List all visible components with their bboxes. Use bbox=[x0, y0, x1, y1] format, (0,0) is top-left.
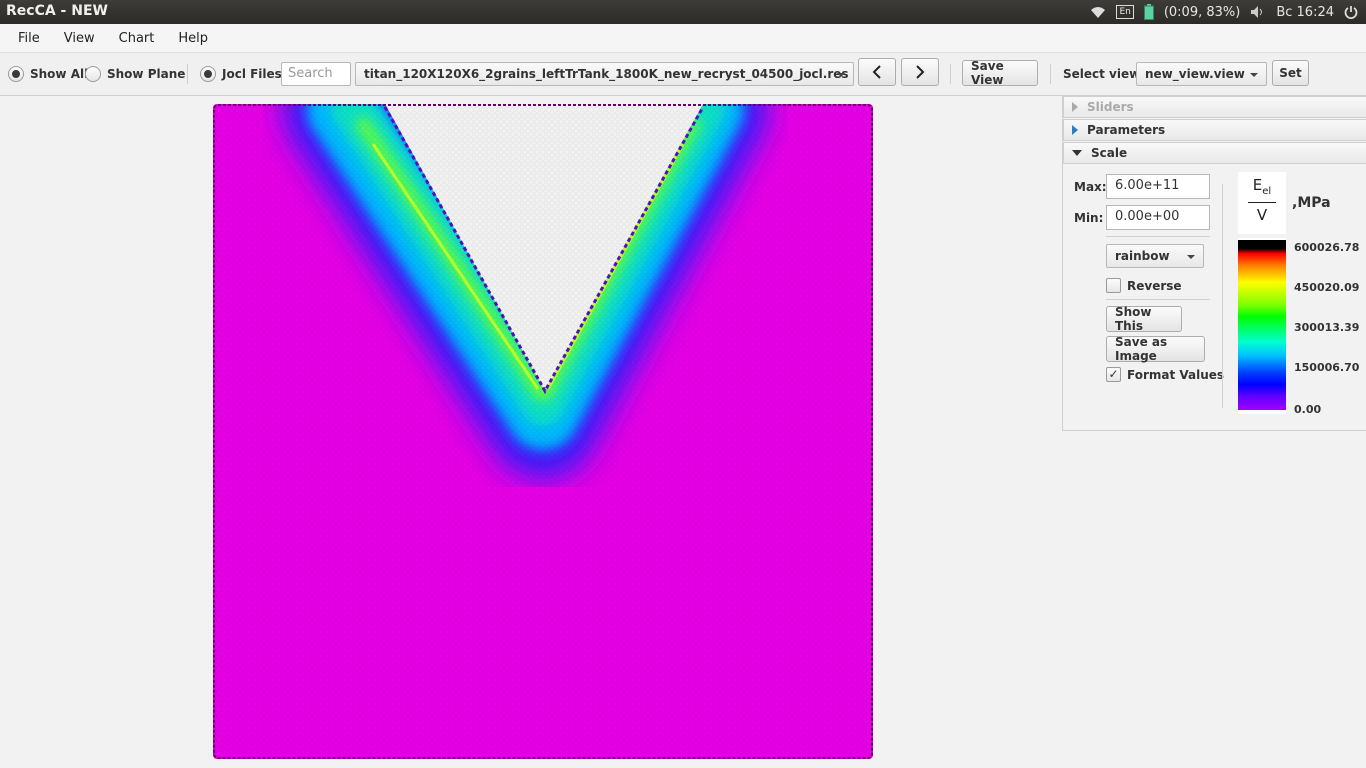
unit-formula-box: Eel V bbox=[1238, 172, 1286, 234]
scale-section-body: Max: 6.00e+11 Min: 0.00e+00 rainbow Reve… bbox=[1063, 166, 1366, 428]
select-view-value: new_view.view bbox=[1145, 67, 1245, 81]
chevron-right-icon bbox=[1072, 102, 1078, 112]
show-plane-radio-group[interactable]: Show Plane bbox=[85, 62, 185, 86]
save-view-button[interactable]: Save View bbox=[962, 59, 1038, 87]
chevron-down-icon bbox=[837, 73, 845, 77]
battery-status: (0:09, 83%) bbox=[1163, 4, 1241, 20]
unit-denominator: V bbox=[1256, 206, 1268, 224]
parameters-section-header[interactable]: Parameters bbox=[1063, 119, 1366, 141]
scale-title: Scale bbox=[1091, 146, 1128, 160]
chevron-down-icon bbox=[1072, 150, 1082, 156]
sliders-title: Sliders bbox=[1087, 100, 1134, 114]
toolbar-separator bbox=[1050, 64, 1051, 84]
legend-tick-3: 300013.39 bbox=[1294, 321, 1360, 334]
reverse-checkbox[interactable] bbox=[1106, 278, 1121, 293]
jocl-files-label: Jocl Files bbox=[222, 67, 282, 81]
toolbar: Show All Show Plane Jocl Files Search ti… bbox=[0, 53, 1366, 96]
settings-panel: Sliders Parameters Scale Max: 6.00e+11 M… bbox=[1062, 96, 1366, 431]
chevron-left-icon bbox=[872, 65, 881, 79]
chevron-right-icon bbox=[1072, 125, 1078, 135]
menu-help[interactable]: Help bbox=[160, 31, 220, 46]
file-select-dropdown[interactable]: titan_120X120X6_2grains_leftTrTank_1800K… bbox=[355, 62, 854, 86]
show-this-button[interactable]: Show This bbox=[1106, 305, 1182, 333]
next-file-button[interactable] bbox=[901, 58, 939, 86]
color-gradient-bar bbox=[1238, 240, 1286, 410]
clock[interactable]: Вс 16:24 bbox=[1276, 5, 1334, 20]
system-tray: En (0:09, 83%) Вс 16:24 bbox=[1090, 0, 1358, 24]
menu-chart[interactable]: Chart bbox=[101, 31, 167, 46]
sliders-section-header[interactable]: Sliders bbox=[1063, 96, 1366, 118]
legend-tick-2: 450020.09 bbox=[1294, 281, 1360, 294]
unit-numerator: Eel bbox=[1252, 176, 1272, 197]
legend-tick-4: 150006.70 bbox=[1294, 361, 1360, 374]
legend-tick-min: 0.00 bbox=[1294, 403, 1322, 416]
save-as-image-button[interactable]: Save as Image bbox=[1106, 335, 1205, 363]
toolbar-separator bbox=[187, 64, 188, 84]
max-label: Max: bbox=[1074, 180, 1107, 194]
fraction-bar bbox=[1248, 202, 1276, 203]
divider bbox=[1106, 236, 1210, 237]
divider bbox=[1106, 299, 1210, 300]
chevron-right-icon bbox=[916, 65, 925, 79]
color-legend bbox=[1238, 238, 1286, 414]
show-all-label: Show All bbox=[30, 67, 89, 81]
format-values-checkbox[interactable]: ✓ bbox=[1106, 367, 1121, 382]
show-plane-label: Show Plane bbox=[107, 67, 186, 81]
legend-tick-max: 600026.78 bbox=[1294, 241, 1360, 254]
checkmark-icon: ✓ bbox=[1108, 367, 1119, 381]
window-title: RecCA - NEW bbox=[6, 3, 108, 19]
jocl-files-radio[interactable] bbox=[200, 66, 216, 82]
show-plane-radio[interactable] bbox=[85, 66, 101, 82]
vertical-divider bbox=[1222, 184, 1223, 408]
power-icon[interactable] bbox=[1344, 5, 1358, 19]
show-all-radio[interactable] bbox=[8, 66, 24, 82]
format-values-label: Format Values bbox=[1127, 368, 1225, 382]
select-view-label: Select view: bbox=[1063, 67, 1146, 81]
search-input[interactable]: Search bbox=[281, 62, 351, 86]
palette-dropdown[interactable]: rainbow bbox=[1106, 244, 1204, 268]
min-label: Min: bbox=[1074, 211, 1104, 225]
parameters-title: Parameters bbox=[1087, 123, 1166, 137]
wifi-icon[interactable] bbox=[1090, 5, 1106, 19]
max-value-input[interactable]: 6.00e+11 bbox=[1106, 174, 1210, 199]
volume-icon[interactable] bbox=[1250, 5, 1266, 19]
keyboard-layout-indicator[interactable]: En bbox=[1116, 5, 1134, 19]
system-top-bar: RecCA - NEW En (0:09, 83%) Вс 16:24 bbox=[0, 0, 1366, 24]
toolbar-separator bbox=[950, 64, 951, 84]
chevron-down-icon bbox=[1250, 73, 1258, 77]
chevron-down-icon bbox=[1187, 255, 1195, 259]
palette-value: rainbow bbox=[1115, 249, 1170, 263]
select-view-dropdown[interactable]: new_view.view bbox=[1136, 62, 1267, 86]
menu-view[interactable]: View bbox=[46, 31, 107, 46]
min-value-input[interactable]: 0.00e+00 bbox=[1106, 205, 1210, 230]
jocl-files-radio-group[interactable]: Jocl Files bbox=[200, 62, 282, 86]
battery-icon[interactable] bbox=[1143, 4, 1154, 20]
file-select-value: titan_120X120X6_2grains_leftTrTank_1800K… bbox=[364, 67, 849, 81]
hex-grid-overlay bbox=[213, 104, 873, 759]
menu-file[interactable]: File bbox=[0, 31, 52, 46]
previous-file-button[interactable] bbox=[858, 58, 896, 86]
simulation-canvas[interactable] bbox=[213, 104, 873, 759]
reverse-label: Reverse bbox=[1127, 279, 1182, 293]
unit-label: ,MPa bbox=[1292, 195, 1331, 211]
menu-bar: File View Chart Help bbox=[0, 24, 1366, 53]
set-view-button[interactable]: Set bbox=[1272, 60, 1309, 86]
show-all-radio-group[interactable]: Show All bbox=[8, 62, 88, 86]
scale-section-header[interactable]: Scale bbox=[1063, 142, 1366, 164]
